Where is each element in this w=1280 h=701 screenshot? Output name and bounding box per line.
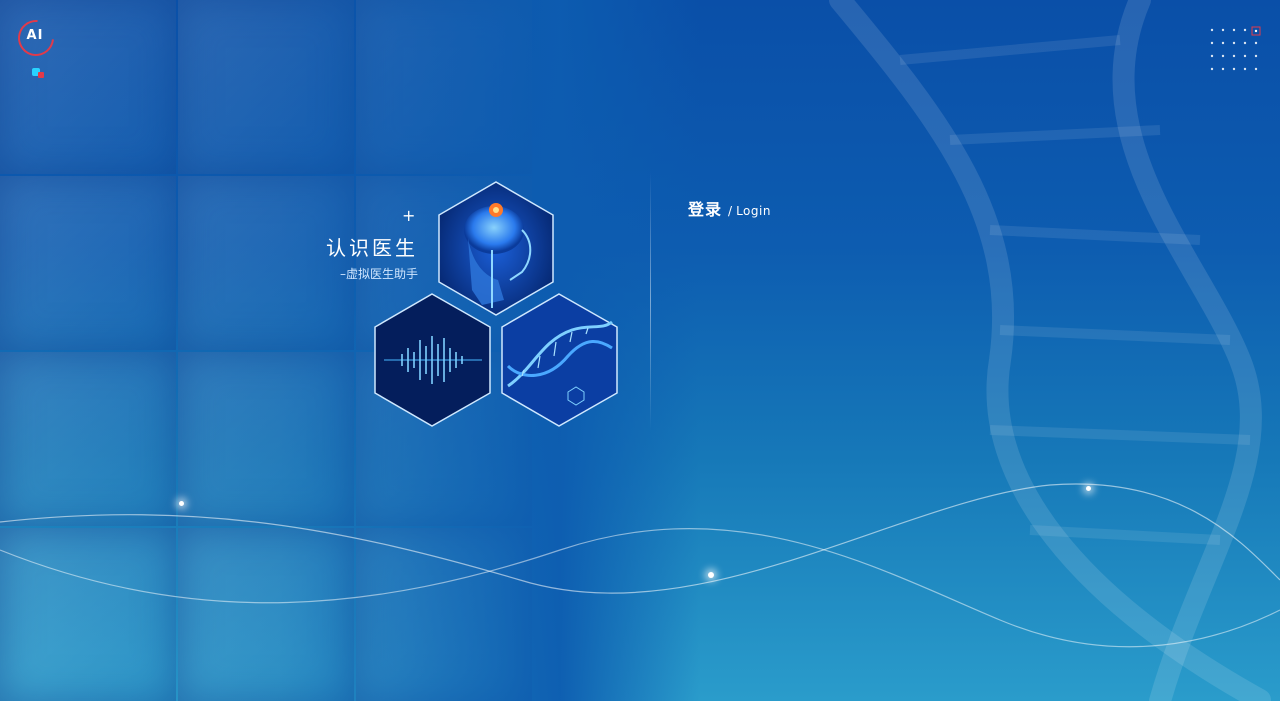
hero-hexagon-cluster — [374, 181, 618, 427]
login-page: AI + 认识医生 –虚拟医生助手 登录 / Login — [0, 0, 1280, 701]
login-title-en: Login — [736, 204, 771, 218]
sound-wave-hexagon-icon — [374, 293, 491, 427]
login-title-separator: / — [728, 204, 733, 218]
vertical-divider — [650, 172, 651, 430]
login-heading: 登录 / Login — [688, 196, 771, 220]
brain-hexagon-icon — [438, 181, 554, 316]
login-title-cn: 登录 — [688, 200, 723, 219]
glow-dot — [1086, 486, 1091, 491]
ai-logo: AI — [10, 12, 62, 80]
logo-text: AI — [26, 28, 44, 43]
glow-dot — [179, 501, 184, 506]
dna-hexagon-icon — [501, 293, 618, 427]
dot-grid-icon — [1210, 26, 1261, 71]
wave-lines-decoration — [0, 483, 1280, 648]
logo-red-square-icon — [38, 72, 44, 78]
glow-dot — [708, 572, 714, 578]
